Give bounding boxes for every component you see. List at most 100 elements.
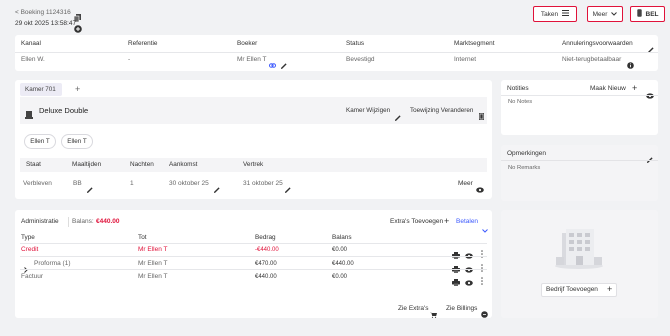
add-company-label: Bedrijf Toevoegen	[546, 286, 598, 293]
col-header-status: Status	[346, 40, 365, 47]
boeker-value[interactable]: Mr Ellen T	[237, 56, 267, 64]
info-icon[interactable]	[627, 56, 634, 74]
status-value: Bevestigd	[346, 56, 375, 63]
col-header-vertrek: Vertrek	[243, 161, 264, 168]
row-divider	[20, 269, 487, 270]
list-icon	[562, 10, 570, 18]
see-extras-button[interactable]: Zie Extra's	[398, 305, 429, 313]
notes-title: Notities	[507, 85, 529, 92]
edit-icon[interactable]	[647, 150, 653, 168]
guest-chip[interactable]: Ellen T	[61, 134, 93, 149]
room-type: Deluxe Double	[39, 106, 89, 115]
taken-button[interactable]: Taken	[533, 6, 577, 22]
bed-icon	[25, 106, 33, 124]
add-extras-plus[interactable]: +	[444, 217, 449, 226]
stay-arrival: 30 oktober 25	[169, 180, 209, 187]
remarks-card: Opmerkingen No Remarks	[501, 145, 658, 201]
kebab-menu-icon[interactable]	[481, 272, 483, 290]
remarks-divider	[501, 160, 658, 161]
cart-icon[interactable]	[430, 305, 437, 323]
col-header-balans: Balans	[332, 234, 352, 241]
link-icon[interactable]	[269, 56, 276, 74]
change-assignment-button[interactable]: Toewijzing Veranderen	[410, 107, 473, 114]
edit-icon[interactable]	[395, 108, 401, 126]
notes-empty: No Notes	[508, 99, 533, 105]
change-room-button[interactable]: Kamer Wijzigen	[346, 107, 390, 114]
summary-divider	[15, 52, 658, 53]
pay-button[interactable]: Betalen	[456, 218, 478, 226]
billing-balance: €0.00	[332, 247, 348, 253]
billing-to: Mr Ellen T	[138, 273, 168, 280]
door-icon[interactable]	[478, 107, 485, 125]
stay-nights: 1	[130, 180, 134, 187]
billing-icon[interactable]	[481, 305, 488, 323]
billing-balance: €0.00	[332, 274, 348, 280]
add-extras-button[interactable]: Extra's Toevoegen	[390, 218, 443, 226]
billing-type[interactable]: Proforma (1)	[34, 260, 70, 268]
col-header-kanaal: Kanaal	[21, 40, 41, 47]
col-header-annulering: Annuleringsvoorwaarden	[562, 40, 633, 47]
kanaal-value: Ellen W.	[21, 56, 45, 63]
billing-balance: €440.00	[332, 261, 354, 267]
balance-value: €440.00	[96, 218, 120, 225]
billing-amount: €440.00	[255, 274, 277, 280]
tab-kamer-701-label: Kamer 701	[25, 86, 56, 93]
col-header-maaltijden: Maaltijden	[72, 161, 102, 168]
remarks-empty: No Remarks	[508, 165, 541, 171]
eye-icon[interactable]	[476, 180, 484, 198]
notes-card: Notities Maak Nieuw + No Notes	[501, 80, 658, 135]
col-header-type: Type	[21, 234, 35, 241]
billing-amount: -€440.00	[255, 247, 279, 253]
back-link[interactable]: < Boeking 1124316	[15, 9, 71, 17]
col-header-marktsegment: Marktsegment	[454, 40, 495, 47]
notes-divider	[501, 95, 658, 96]
see-billings-button[interactable]: Zie Billings	[446, 305, 477, 313]
edit-icon[interactable]	[87, 180, 93, 198]
billing-type[interactable]: Factuur	[21, 273, 43, 281]
guest-chip[interactable]: Ellen T	[24, 134, 56, 149]
eye-icon[interactable]	[465, 273, 473, 291]
marktsegment-value: Internet	[454, 56, 477, 63]
edit-icon[interactable]	[648, 40, 654, 58]
add-room-tab[interactable]: +	[75, 85, 80, 94]
edit-icon[interactable]	[285, 180, 291, 198]
phone-icon	[636, 9, 642, 19]
room-card: Kamer 701 + Deluxe Double Kamer Wijzigen…	[15, 80, 492, 199]
administration-card: Administratie Balans: €440.00 Extra's To…	[15, 210, 492, 318]
company-card: Bedrijf Toevoegen +	[501, 210, 658, 318]
col-header-aankomst: Aankomst	[169, 161, 198, 168]
printer-icon[interactable]	[452, 273, 460, 291]
bel-label: BEL	[645, 10, 659, 18]
edit-icon[interactable]	[214, 180, 220, 198]
col-header-nachten: Nachten	[130, 161, 154, 168]
col-header-bedrag: Bedrag	[255, 234, 276, 241]
new-note-plus[interactable]: +	[632, 84, 637, 93]
admin-separator	[68, 217, 69, 227]
admin-title: Administratie	[21, 218, 59, 225]
annulering-value: Niet-terugbetaalbaar	[562, 56, 622, 63]
stay-meals: BB	[73, 180, 82, 187]
meer-button[interactable]: Meer	[587, 6, 623, 22]
add-company-plus: +	[607, 284, 613, 294]
edit-icon[interactable]	[281, 56, 287, 74]
col-header-referentie: Referentie	[128, 40, 158, 47]
col-header-tot: Tot	[138, 234, 147, 241]
taken-label: Taken	[540, 10, 559, 18]
bel-button[interactable]: BEL	[630, 6, 665, 22]
billing-type[interactable]: Credit	[21, 246, 38, 254]
stay-departure: 31 oktober 25	[243, 180, 283, 187]
chevron-down-icon[interactable]	[482, 220, 488, 238]
row-divider	[20, 256, 487, 257]
col-header-staat: Staat	[26, 161, 41, 168]
billing-to: Mr Ellen T	[138, 260, 168, 267]
chevron-down-icon	[611, 11, 618, 18]
admin-divider	[20, 243, 487, 244]
booking-datetime: 29 okt 2025 13:58:47	[15, 20, 77, 27]
new-note-button[interactable]: Maak Nieuw	[590, 85, 626, 93]
billing-amount: €470.00	[255, 261, 277, 267]
stay-status: Verbleven	[23, 180, 52, 187]
col-header-boeker: Boeker	[237, 40, 258, 47]
billing-to: Mr Ellen T	[138, 246, 168, 253]
referentie-value: -	[128, 56, 131, 63]
stay-more-button[interactable]: Meer	[458, 180, 473, 188]
